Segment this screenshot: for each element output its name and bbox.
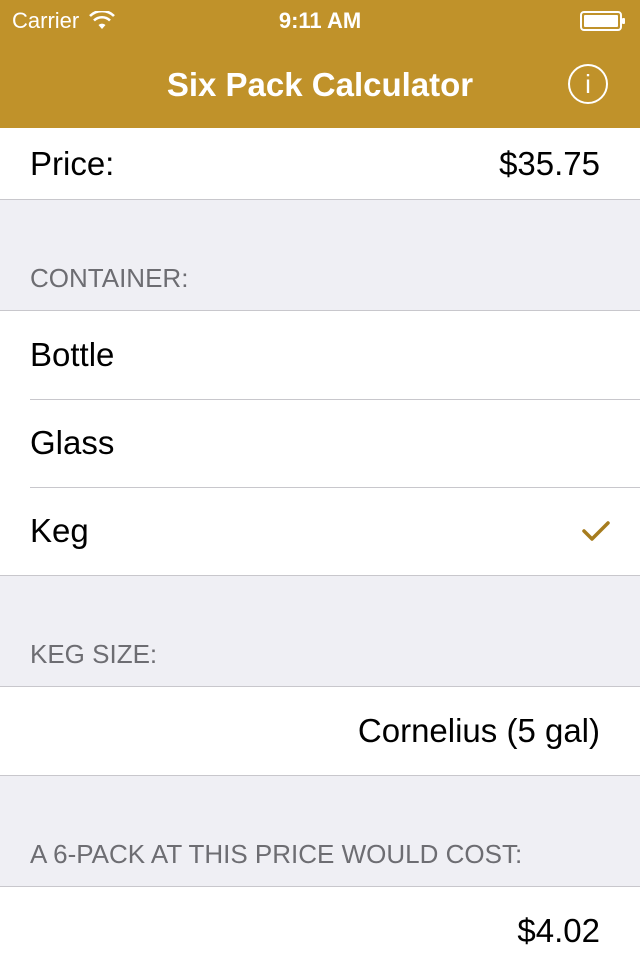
container-option-bottle[interactable]: Bottle: [0, 311, 640, 399]
page-title: Six Pack Calculator: [166, 66, 474, 103]
navigation-bar: Carrier 9:11 AM Six Pack Calculator i: [0, 0, 640, 128]
status-bar: Carrier 9:11 AM: [0, 0, 640, 40]
container-section-header: CONTAINER:: [0, 200, 640, 310]
result-section-header: A 6-PACK AT THIS PRICE WOULD COST:: [0, 776, 640, 886]
price-row[interactable]: Price: $35.75: [0, 128, 640, 200]
option-label: Bottle: [30, 336, 115, 373]
option-label: Glass: [30, 424, 115, 461]
result-row: $4.02: [0, 887, 640, 960]
keg-size-group: Cornelius (5 gal): [0, 686, 640, 776]
result-value: $4.02: [517, 912, 600, 949]
container-option-keg[interactable]: Keg: [0, 487, 640, 575]
keg-size-header-label: KEG SIZE:: [30, 639, 158, 669]
result-group: $4.02: [0, 886, 640, 960]
keg-size-section-header: KEG SIZE:: [0, 576, 640, 686]
status-time: 9:11 AM: [278, 8, 362, 33]
main-content: Price: $35.75 CONTAINER: Bottle Glass Ke…: [0, 128, 640, 960]
price-value: $35.75: [499, 144, 600, 182]
container-option-glass[interactable]: Glass: [0, 399, 640, 487]
option-label: Keg: [30, 512, 89, 549]
info-button[interactable]: i: [568, 64, 608, 104]
container-options: Bottle Glass Keg: [0, 310, 640, 576]
info-icon: i: [585, 69, 591, 99]
battery-icon: [580, 11, 625, 31]
checkmark-icon: [582, 521, 610, 541]
container-header-label: CONTAINER:: [30, 263, 189, 293]
keg-size-selector[interactable]: Cornelius (5 gal): [0, 687, 640, 775]
price-label: Price:: [30, 144, 115, 182]
keg-size-value: Cornelius (5 gal): [357, 712, 600, 749]
result-header-label: A 6-PACK AT THIS PRICE WOULD COST:: [30, 839, 523, 869]
